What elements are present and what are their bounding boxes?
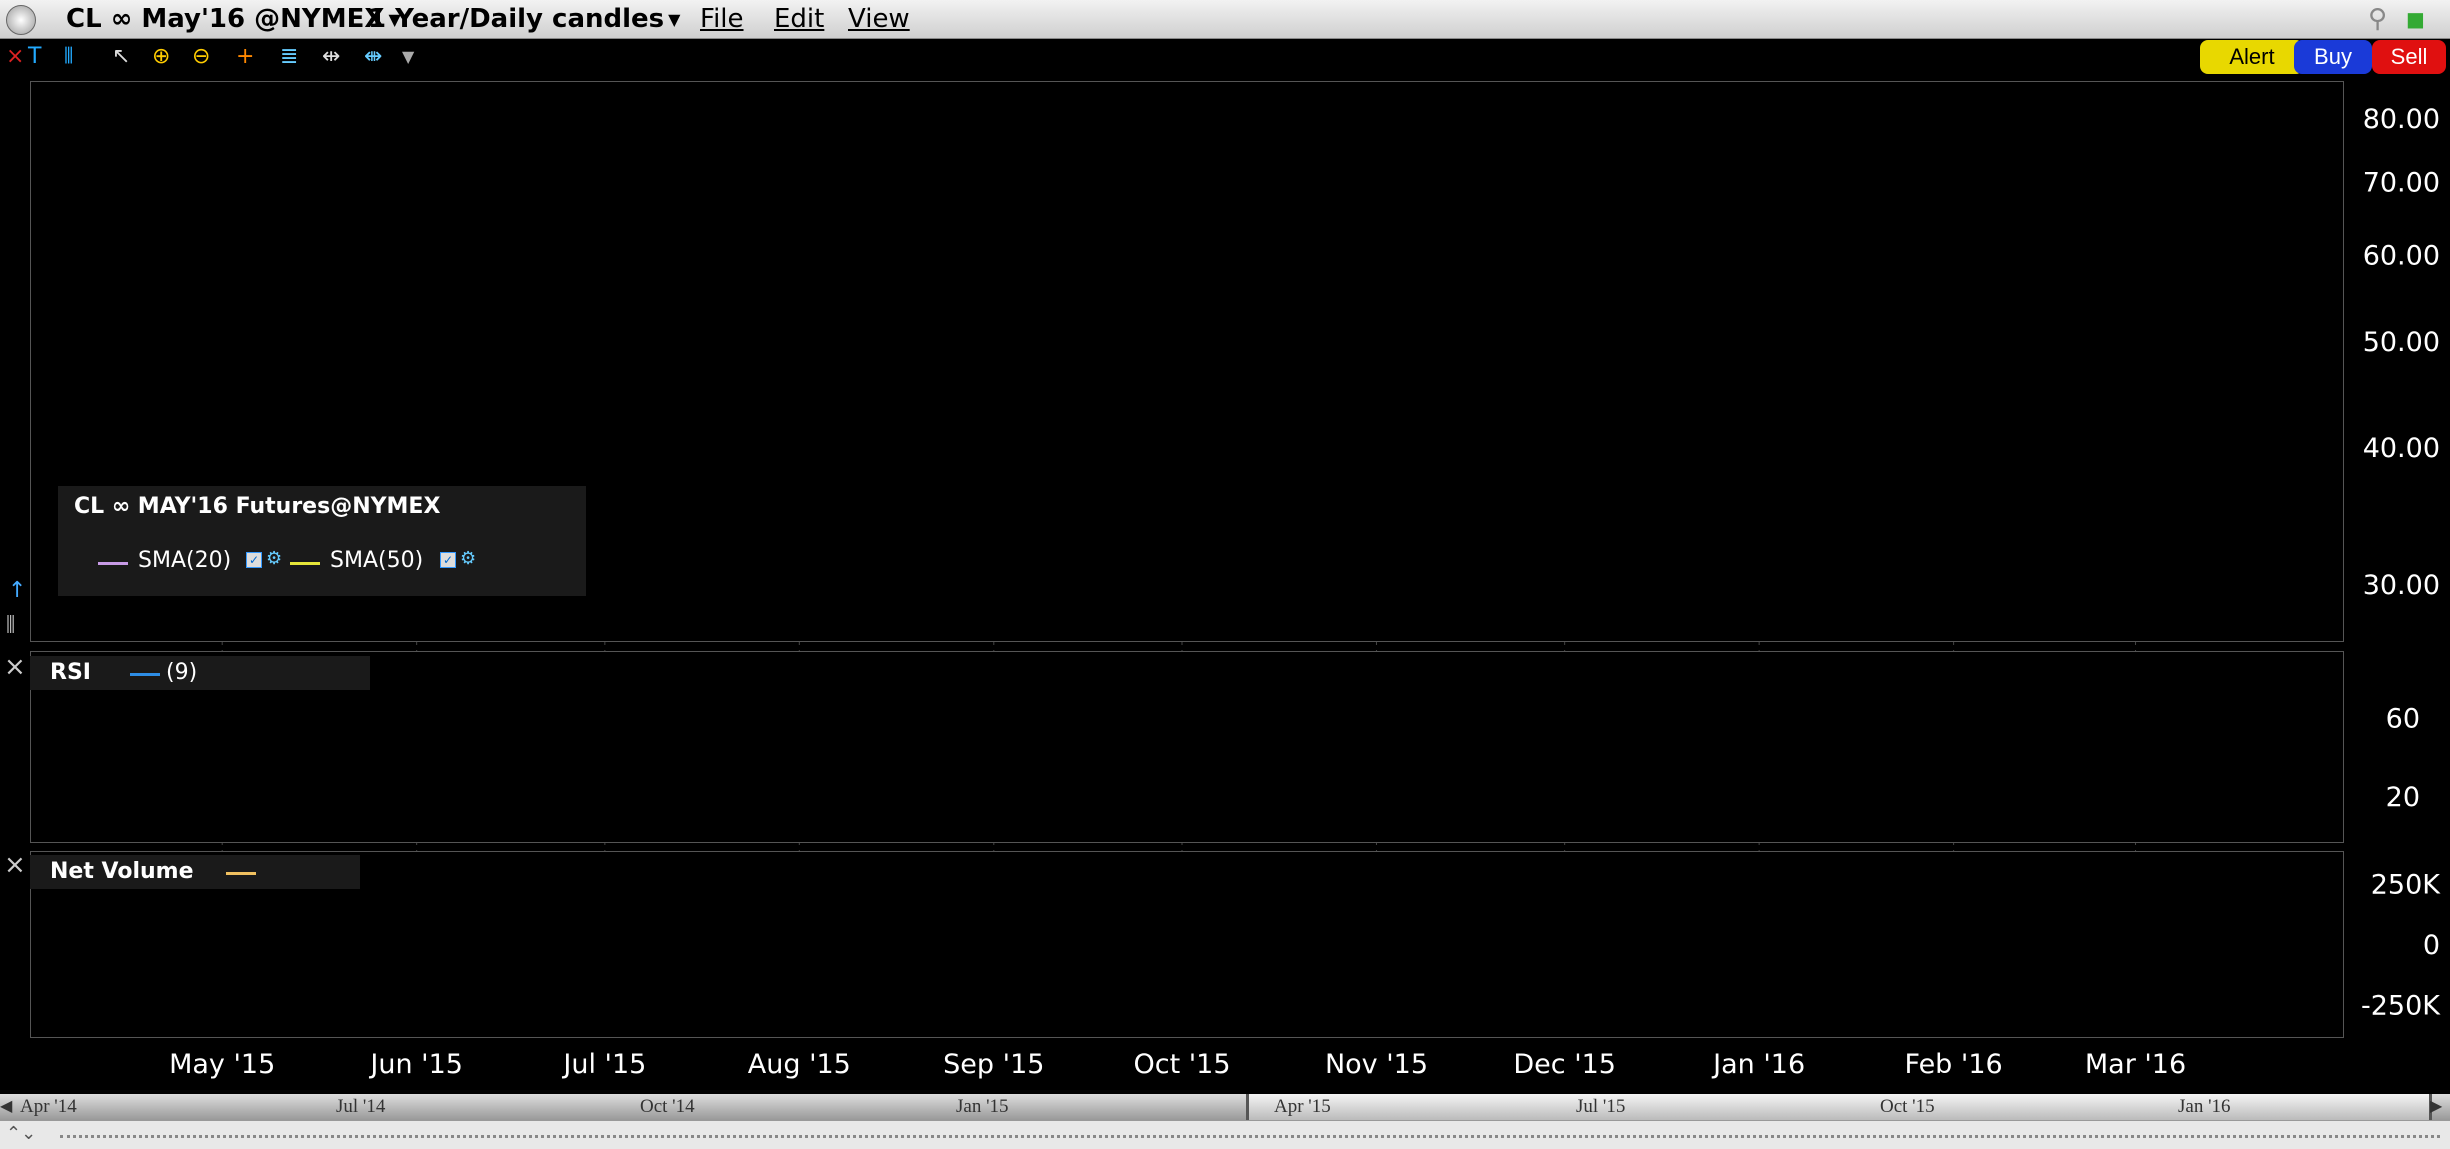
- x-tick-label: Mar '16: [2085, 1049, 2186, 1080]
- nav-left-icon[interactable]: ◀: [0, 1096, 12, 1115]
- x-tick-label: Nov '15: [1325, 1049, 1428, 1080]
- x-tick-label: Jan '16: [1711, 1049, 1805, 1080]
- navigator-window[interactable]: [1246, 1094, 2432, 1120]
- netvol-title: Net Volume: [50, 859, 194, 884]
- navigator-bar[interactable]: Apr '14 Jul '14 Oct '14 Jan '15 Apr '15 …: [0, 1094, 2450, 1120]
- rsi-param: (9): [166, 660, 198, 685]
- netvol-swatch: [226, 872, 256, 875]
- net-volume-pane: [30, 851, 2344, 1038]
- x-tick-label: Oct '15: [1133, 1049, 1230, 1080]
- rsi-tick-label: 20: [2386, 782, 2420, 813]
- price-tick-label: 40.00: [2363, 433, 2440, 464]
- rsi-header: RSI (9): [30, 656, 370, 690]
- nav-label: Oct '14: [640, 1096, 695, 1117]
- nav-label: Jul '15: [1576, 1096, 1626, 1117]
- sma20-settings-icon[interactable]: ⚙: [266, 548, 282, 569]
- sma20-label: SMA(20): [138, 548, 232, 573]
- sma50-label: SMA(50): [330, 548, 424, 573]
- x-tick-label: Jul '15: [561, 1049, 646, 1080]
- nav-label: Jul '14: [336, 1096, 386, 1117]
- sma20-checkbox[interactable]: ✓: [246, 552, 262, 568]
- price-tick-label: 70.00: [2363, 167, 2440, 198]
- rsi-title: RSI: [50, 660, 91, 685]
- netvol-header: Net Volume: [30, 855, 360, 889]
- status-dots: [60, 1135, 2440, 1138]
- rsi-swatch: [130, 673, 160, 676]
- sma50-settings-icon[interactable]: ⚙: [460, 548, 476, 569]
- sma50-swatch: [290, 562, 320, 565]
- volume-tick-label: 250K: [2371, 869, 2442, 900]
- legend-box: CL ∞ MAY'16 Futures@NYMEX SMA(20) ✓ ⚙ SM…: [58, 486, 586, 596]
- status-bar: ⌃⌄: [0, 1120, 2450, 1149]
- nav-label: Apr '15: [1274, 1096, 1331, 1117]
- collapse-icon[interactable]: ⌃⌄: [6, 1123, 36, 1144]
- rsi-tick-label: 60: [2386, 704, 2420, 735]
- bars-icon[interactable]: ⫼: [6, 612, 15, 636]
- nav-label: Jan '16: [2178, 1096, 2231, 1117]
- x-tick-label: Feb '16: [1905, 1049, 2003, 1080]
- nav-label: Oct '15: [1880, 1096, 1935, 1117]
- close-rsi-icon[interactable]: ×: [4, 652, 26, 682]
- price-tick-label: 80.00: [2363, 104, 2440, 135]
- rsi-pane: [30, 651, 2344, 843]
- sma20-swatch: [98, 562, 128, 565]
- x-tick-label: May '15: [169, 1049, 275, 1080]
- price-tick-label: 50.00: [2363, 327, 2440, 358]
- x-tick-label: Aug '15: [748, 1049, 851, 1080]
- arrow-icon[interactable]: ↑: [8, 578, 26, 603]
- nav-label: Jan '15: [956, 1096, 1009, 1117]
- nav-right-icon[interactable]: ▶: [2430, 1096, 2442, 1115]
- sma50-checkbox[interactable]: ✓: [440, 552, 456, 568]
- legend-title: CL ∞ MAY'16 Futures@NYMEX: [74, 494, 441, 519]
- volume-tick-label: 0: [2423, 930, 2440, 961]
- price-tick-label: 30.00: [2363, 570, 2440, 601]
- x-tick-label: Sep '15: [943, 1049, 1044, 1080]
- volume-tick-label: -250K: [2361, 991, 2441, 1022]
- nav-label: Apr '14: [20, 1096, 77, 1117]
- x-tick-label: Dec '15: [1513, 1049, 1616, 1080]
- close-netvol-icon[interactable]: ×: [4, 850, 26, 880]
- x-tick-label: Jun '15: [368, 1049, 463, 1080]
- price-tick-label: 60.00: [2363, 241, 2440, 272]
